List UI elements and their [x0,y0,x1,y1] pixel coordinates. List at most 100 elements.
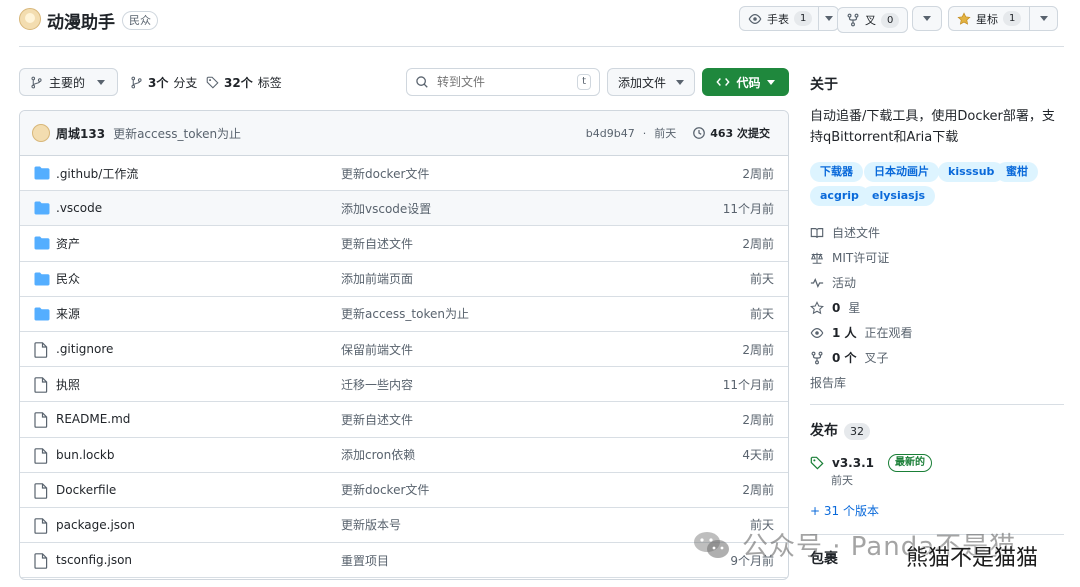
activity-link[interactable]: 活动 [810,274,856,291]
branch-name: 主要的 [49,75,86,90]
shortcut-key: t [577,74,591,90]
releases-heading[interactable]: 发布 32 [810,420,870,440]
topic-tag[interactable]: 下载器 [810,162,863,182]
file-name[interactable]: 执照 [56,376,80,393]
fork-icon [847,13,859,27]
file-row[interactable]: tsconfig.json 重置项目 9个月前 [20,543,788,579]
topic-tag[interactable]: kisssub [938,162,1005,182]
file-commit-message[interactable]: 更新docker文件 [341,165,429,182]
go-to-file-input[interactable] [437,75,567,89]
readme-link[interactable]: 自述文件 [810,224,880,241]
file-list: .github/工作流 更新docker文件 2周前 .vscode 添加vscode设… [20,156,788,579]
file-name[interactable]: 来源 [56,305,80,322]
file-name[interactable]: .vscode [56,201,102,215]
file-row[interactable]: 民众 添加前端页面 前天 [20,262,788,297]
file-commit-message[interactable]: 添加前端页面 [341,270,413,287]
file-name[interactable]: .gitignore [56,342,113,356]
code-icon [716,78,731,86]
branches-link[interactable]: 3个 分支 [130,74,197,91]
search-icon [416,76,428,88]
file-row[interactable]: README.md 更新自述文件 2周前 [20,402,788,438]
topic-tag[interactable]: elysiasjs [862,186,936,206]
repo-owner-avatar[interactable] [19,8,41,30]
watch-button[interactable]: 手表 1 [739,6,840,31]
file-commit-message[interactable]: 更新docker文件 [341,481,429,498]
commit-time: 前天 [654,127,677,140]
release-time: 前天 [831,474,853,487]
file-row[interactable]: 资产 更新自述文件 2周前 [20,226,788,262]
file-browser: 周城133 更新access_token为止 b4d9b47 · 前天 463 … [19,110,789,580]
topic-tag[interactable]: 日本动画片 [864,162,939,182]
watchers-link[interactable]: 1 人 正在观看 [810,324,913,341]
file-commit-message[interactable]: 更新自述文件 [341,235,413,252]
file-name[interactable]: .github/工作流 [56,165,138,182]
forks-link[interactable]: 0 个 叉子 [810,349,889,366]
file-row[interactable]: package.json 更新版本号 前天 [20,508,788,544]
folder-icon [34,272,50,286]
file-row[interactable]: 来源 更新access_token为止 前天 [20,297,788,332]
activity-label: 活动 [832,276,857,290]
file-row[interactable]: .vscode 添加vscode设置 11个月前 [20,191,788,227]
topic-tag[interactable]: 蜜柑 [996,162,1038,182]
latest-release[interactable]: v3.3.1 最新的 [810,454,932,472]
commits-link[interactable]: 463 次提交 [692,125,770,141]
commit-count: 463 次提交 [710,127,770,140]
file-row[interactable]: .gitignore 保留前端文件 2周前 [20,332,788,368]
file-name[interactable]: package.json [56,518,135,532]
history-icon [693,127,706,139]
star-dropdown[interactable] [1029,7,1057,30]
add-file-button[interactable]: 添加文件 [607,68,695,96]
file-name[interactable]: tsconfig.json [56,553,132,567]
chevron-down-icon [923,16,931,21]
commit-author[interactable]: 周城133 [56,125,105,142]
file-commit-message[interactable]: 添加vscode设置 [341,200,431,217]
file-commit-message[interactable]: 更新access_token为止 [341,305,469,322]
file-name[interactable]: 资产 [56,235,80,252]
report-link[interactable]: 报告库 [810,374,846,391]
wechat-icon [694,531,729,558]
fork-button[interactable]: 叉 0 [837,7,909,33]
releases-count: 32 [844,423,870,440]
file-row[interactable]: .github/工作流 更新docker文件 2周前 [20,156,788,192]
stars-count: 0 [832,300,841,315]
file-row[interactable]: 执照 迁移一些内容 11个月前 [20,367,788,403]
folder-icon [34,201,50,215]
repo-description: 自动追番/下载工具，使用Docker部署，支持qBittorrent和Aria下… [810,109,1055,145]
license-link[interactable]: MIT许可证 [810,249,889,266]
star-button[interactable]: 星标 1 [948,6,1059,31]
file-commit-message[interactable]: 添加cron依赖 [341,446,415,463]
tags-link[interactable]: 32个 标签 [206,74,282,91]
commit-hash[interactable]: b4d9b47 [586,127,635,140]
file-commit-message[interactable]: 更新版本号 [341,516,401,533]
star-icon [957,11,971,25]
repo-title[interactable]: 动漫助手 [47,8,115,33]
file-commit-message[interactable]: 保留前端文件 [341,341,413,358]
stars-link[interactable]: 0 星 [810,299,860,316]
code-button[interactable]: 代码 [702,68,789,96]
commit-message[interactable]: 更新access_token为止 [113,125,241,142]
branches-count: 3个 [148,76,169,90]
file-name[interactable]: 民众 [56,270,80,287]
file-name[interactable]: README.md [56,412,130,426]
watch-dropdown[interactable] [818,7,838,30]
file-commit-time: 2周前 [742,236,774,251]
author-avatar[interactable] [32,124,50,142]
file-commit-message[interactable]: 迁移一些内容 [341,376,413,393]
file-row[interactable]: Dockerfile 更新docker文件 2周前 [20,473,788,508]
file-commit-message[interactable]: 重置项目 [341,552,389,569]
file-commit-message[interactable]: 更新自述文件 [341,411,413,428]
scale-icon [810,252,824,264]
forks-label: 叉子 [864,351,889,365]
branch-select[interactable]: 主要的 [19,68,118,96]
file-icon [34,482,50,499]
more-releases-link[interactable]: + 31 个版本 [810,502,879,519]
header-divider [19,46,1064,47]
about-heading: 关于 [810,77,838,93]
file-name[interactable]: bun.lockb [56,448,114,462]
watermark-subtext: 熊猫不是猫猫 [906,546,1039,571]
file-name[interactable]: Dockerfile [56,483,116,497]
file-row[interactable]: bun.lockb 添加cron依赖 4天前 [20,438,788,473]
go-to-file[interactable]: t [406,68,600,96]
fork-dropdown[interactable] [912,6,942,31]
topic-tag[interactable]: acgrip [810,186,869,206]
